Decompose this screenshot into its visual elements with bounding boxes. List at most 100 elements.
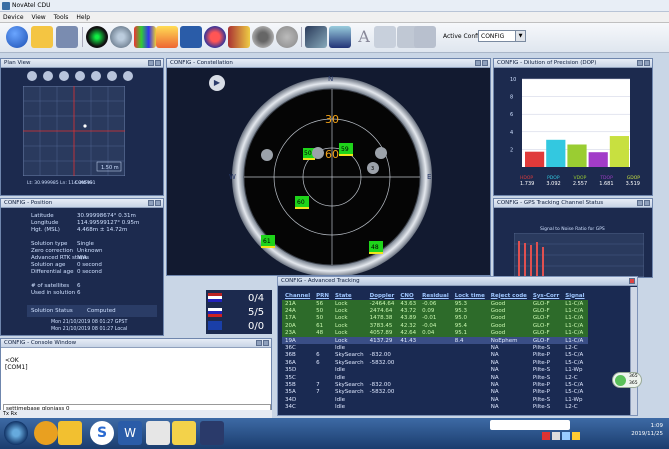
plan-view-grid[interactable] xyxy=(23,86,125,176)
table-row[interactable]: 21A 56 Lock -2464.64 43.63 -0.06 95.3 Good GLO-F… xyxy=(282,300,588,308)
toolbar-separator xyxy=(82,27,83,47)
play-icon[interactable]: ▶ xyxy=(209,75,225,91)
histogram-icon[interactable] xyxy=(228,26,250,48)
column-header[interactable]: CNO xyxy=(397,291,419,300)
satellite-unused[interactable] xyxy=(375,147,387,159)
disc-icon[interactable] xyxy=(252,26,274,48)
close-icon[interactable] xyxy=(482,60,488,66)
table-row[interactable]: 23A 48 Lock 4057.89 42.64 0.04 95.1 Good GLO-F L1… xyxy=(282,329,588,337)
plot-icon[interactable] xyxy=(305,26,327,48)
minimize-icon[interactable] xyxy=(256,340,262,346)
menu-tools[interactable]: Tools xyxy=(51,12,72,23)
cdu-app-icon[interactable] xyxy=(200,421,224,445)
table-row[interactable]: 35A 7 SkySearch -5832.00 NA Pilte-P L5-C/A xyxy=(282,389,588,396)
word-icon[interactable]: W xyxy=(118,421,142,445)
column-header[interactable]: Residual xyxy=(419,291,452,300)
zoom-fit-icon[interactable] xyxy=(59,71,69,81)
pan-icon[interactable] xyxy=(75,71,85,81)
help-icon[interactable] xyxy=(6,26,28,48)
table-cell xyxy=(452,374,488,381)
save-icon[interactable] xyxy=(56,26,78,48)
bar-chart-icon[interactable] xyxy=(134,26,156,48)
clear-icon[interactable] xyxy=(107,71,117,81)
table-row[interactable]: 36B 6 SkySearch -832.00 NA Pilte-P L5-C/A xyxy=(282,352,588,359)
satellite-48[interactable]: 48 xyxy=(369,241,383,254)
signal-chart-icon[interactable] xyxy=(156,26,178,48)
close-icon[interactable] xyxy=(644,200,650,206)
satellite-60[interactable]: 60 xyxy=(295,196,309,209)
grid-view-icon[interactable] xyxy=(180,26,202,48)
skyplot[interactable]: N E W 30 60 59 50 60 61 48 3 xyxy=(227,71,437,276)
table-row[interactable]: 36C Idle NA Pilte-S L2-C xyxy=(282,344,588,351)
dop-value-hdop: 1.739 xyxy=(520,181,535,187)
explorer-icon[interactable] xyxy=(172,421,196,445)
vertical-scrollbar[interactable] xyxy=(630,287,637,415)
menu-device[interactable]: Device xyxy=(0,12,27,23)
mountain-icon[interactable] xyxy=(329,26,351,48)
minimize-icon[interactable] xyxy=(637,60,643,66)
settings-icon[interactable] xyxy=(123,71,133,81)
ime-toolbar[interactable] xyxy=(490,420,570,430)
satellite-59[interactable]: 59 xyxy=(339,143,353,156)
zoom-out-icon[interactable] xyxy=(43,71,53,81)
menu-help[interactable]: Help xyxy=(73,12,93,23)
minimize-icon[interactable] xyxy=(637,200,643,206)
start-icon[interactable] xyxy=(4,421,28,445)
table-row[interactable]: 34D Idle NA Pilte-S L1-Wp xyxy=(282,396,588,403)
close-icon[interactable] xyxy=(644,60,650,66)
close-icon[interactable] xyxy=(629,278,635,284)
chevron-down-icon[interactable]: ▼ xyxy=(515,31,525,41)
table-cell xyxy=(397,403,419,410)
table-row[interactable]: 34C Idle NA Pilte-S L2-C xyxy=(282,403,588,410)
close-icon[interactable] xyxy=(155,200,161,206)
compass-w: W xyxy=(229,173,236,181)
globe-icon[interactable] xyxy=(110,26,132,48)
table-row[interactable]: 35B 7 SkySearch -832.00 NA Pilte-P L5-C/A xyxy=(282,381,588,388)
sphere-icon[interactable] xyxy=(276,26,298,48)
qq-icon[interactable] xyxy=(34,421,58,445)
tracking-header: CONFIG - GPS Tracking Channel Status xyxy=(494,199,652,208)
table-cell: 1478.38 xyxy=(366,314,398,323)
target-icon[interactable] xyxy=(204,26,226,48)
app-s-icon[interactable]: S xyxy=(90,421,114,445)
clock[interactable]: 1:09 2019/11/25 xyxy=(631,422,663,438)
radar-icon[interactable] xyxy=(86,26,108,48)
folder-icon[interactable] xyxy=(58,421,82,445)
satellite-unused[interactable] xyxy=(261,149,273,161)
column-header[interactable]: State xyxy=(332,291,367,300)
zoom-in-icon[interactable] xyxy=(27,71,37,81)
minimize-icon[interactable] xyxy=(148,200,154,206)
tray-icon[interactable] xyxy=(562,432,570,440)
active-config-select[interactable]: CONFIG ▼ xyxy=(478,30,526,42)
paint-icon[interactable] xyxy=(146,421,170,445)
table-row[interactable]: 19A Lock 4137.29 41.43 8.4 NoEphem GLO-F L1-C/A xyxy=(282,336,588,345)
satellite-unused[interactable] xyxy=(312,147,324,159)
minimize-icon[interactable] xyxy=(475,60,481,66)
table-cell: 43.63 xyxy=(397,300,420,308)
column-header[interactable]: Channel xyxy=(282,291,313,300)
tray-icon[interactable] xyxy=(542,432,550,440)
tray-icon[interactable] xyxy=(552,432,560,440)
close-icon[interactable] xyxy=(263,340,269,346)
column-header[interactable]: Signal xyxy=(562,291,587,300)
column-header[interactable]: Lock time xyxy=(452,291,488,300)
close-icon[interactable] xyxy=(155,60,161,66)
table-row[interactable]: 35D Idle NA Pilte-S L1-Wp xyxy=(282,367,588,374)
column-header[interactable]: PRN xyxy=(313,291,332,300)
menu-view[interactable]: View xyxy=(28,12,48,23)
column-header[interactable]: Sys-Corr xyxy=(530,291,562,300)
table-row[interactable]: 20A 61 Lock 3783.45 42.32 -0.04 95.4 Good GLO-F L… xyxy=(282,322,588,330)
column-header[interactable]: Doppler xyxy=(367,291,398,300)
minimize-icon[interactable] xyxy=(148,60,154,66)
center-icon[interactable] xyxy=(91,71,101,81)
table-row[interactable]: 35C Idle NA Pilte-S L2-C xyxy=(282,374,588,381)
folder-open-icon[interactable] xyxy=(31,26,53,48)
table-row[interactable]: 17A 50 Lock 1478.38 43.89 -0.01 95.0 Good GLO-F L… xyxy=(282,314,588,323)
satellite-61[interactable]: 61 xyxy=(261,235,275,248)
font-icon[interactable]: A xyxy=(353,26,375,48)
table-row[interactable]: 24A 50 Lock 2474.64 43.72 0.09 95.3 Good GLO-F L1… xyxy=(282,307,588,315)
column-header[interactable]: Reject code xyxy=(488,291,530,300)
table-row[interactable]: 36A 6 SkySearch -5832.00 NA Pilte-P L5-C/A xyxy=(282,359,588,366)
table-cell xyxy=(452,344,488,351)
tray-icon[interactable] xyxy=(572,432,580,440)
